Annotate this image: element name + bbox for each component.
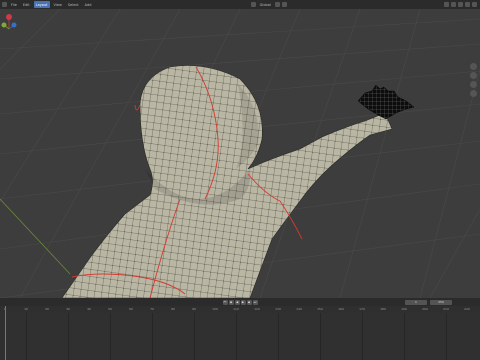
menu-view[interactable]: View (52, 1, 64, 8)
track-divider (362, 313, 363, 360)
track-divider (68, 313, 69, 360)
tick-label: 150 (317, 307, 323, 311)
tick-label: 110 (233, 307, 239, 311)
track-divider (110, 313, 111, 360)
y-axis-line (0, 198, 71, 275)
blender-logo-icon[interactable] (2, 2, 7, 7)
tick-label: 70 (150, 307, 154, 311)
playhead[interactable] (5, 306, 6, 360)
tick-label: 200 (422, 307, 428, 311)
snap-icon[interactable] (274, 2, 280, 7)
timeline-header: ⏮ ◆ ◀ ▶ ◆ ⏭ 1 250 (0, 298, 480, 306)
proportional-edit-icon[interactable] (281, 2, 287, 7)
jump-end-icon[interactable]: ⏭ (252, 299, 258, 305)
tick-label: 50 (108, 307, 112, 311)
tick-label: 130 (275, 307, 281, 311)
viewport-navigation-tools (470, 63, 477, 97)
track-divider (236, 313, 237, 360)
tick-label: 30 (66, 307, 70, 311)
pan-hand-icon[interactable] (470, 72, 477, 79)
3d-viewport[interactable] (0, 9, 480, 298)
tick-label: 180 (380, 307, 386, 311)
tick-label: 210 (443, 307, 449, 311)
tick-label: 100 (212, 307, 218, 311)
tick-label: 10 (24, 307, 28, 311)
shading-material-icon[interactable] (465, 2, 470, 7)
menu-edit[interactable]: Edit (21, 1, 32, 8)
viewport-canvas (0, 9, 480, 298)
next-keyframe-icon[interactable]: ◆ (246, 299, 252, 305)
tick-label: 190 (401, 307, 407, 311)
track-divider (320, 313, 321, 360)
xray-icon[interactable] (451, 2, 456, 7)
tab-layout[interactable]: Layout (33, 1, 50, 8)
tick-label: 140 (296, 307, 302, 311)
camera-view-icon[interactable] (470, 81, 477, 88)
tick-label: 120 (254, 307, 260, 311)
tick-label: 20 (45, 307, 49, 311)
tick-label: 170 (359, 307, 365, 311)
track-divider (152, 313, 153, 360)
tick-label: 80 (171, 307, 175, 311)
tick-label: 220 (464, 307, 470, 311)
jump-start-icon[interactable]: ⏮ (222, 299, 228, 305)
timeline-tracks[interactable] (0, 313, 480, 360)
top-header-bar: File Edit Layout View Select Add Global (0, 0, 480, 9)
hand-mesh (357, 84, 415, 120)
menu-file[interactable]: File (9, 1, 19, 8)
zoom-icon[interactable] (470, 63, 477, 70)
grid-perspective-icon[interactable] (470, 90, 477, 97)
play-reverse-icon[interactable]: ◀ (234, 299, 240, 305)
menu-add[interactable]: Add (83, 1, 94, 8)
start-frame-field[interactable]: 1 (405, 299, 427, 305)
shading-rendered-icon[interactable] (472, 2, 477, 7)
menu-select[interactable]: Select (66, 1, 81, 8)
character-mesh[interactable] (61, 65, 415, 299)
shading-solid-icon[interactable] (458, 2, 463, 7)
orientation-dropdown[interactable]: Global (258, 1, 273, 8)
tick-label: 160 (338, 307, 344, 311)
track-divider (278, 313, 279, 360)
tick-label: 60 (129, 307, 133, 311)
prev-keyframe-icon[interactable]: ◆ (228, 299, 234, 305)
track-divider (26, 313, 27, 360)
tick-label: 40 (87, 307, 91, 311)
end-frame-field[interactable]: 250 (430, 299, 452, 305)
navigation-gizmo[interactable] (0, 9, 18, 49)
play-icon[interactable]: ▶ (240, 299, 246, 305)
overlay-icon[interactable] (444, 2, 449, 7)
tick-label: 90 (192, 307, 196, 311)
timeline-ruler[interactable]: 0 10 20 30 40 50 60 70 80 90 100 110 120… (0, 306, 480, 313)
track-divider (194, 313, 195, 360)
track-divider (404, 313, 405, 360)
track-divider (446, 313, 447, 360)
transform-orientation-icon[interactable] (250, 2, 256, 7)
